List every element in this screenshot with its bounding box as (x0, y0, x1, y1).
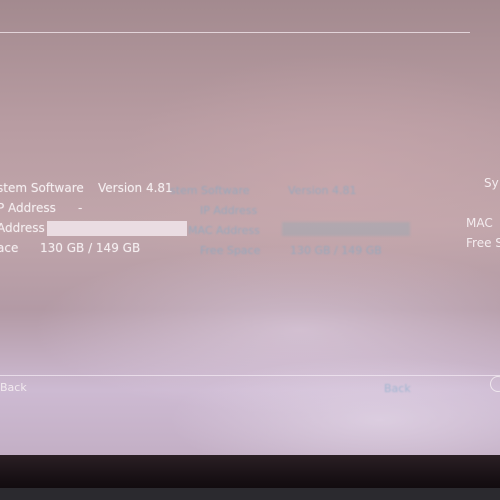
reflection-mac-redaction (282, 222, 410, 236)
mac-address-label: Address (0, 221, 45, 235)
ip-address-value: - (78, 201, 83, 215)
free-space-row: ace 130 GB / 149 GB (0, 238, 200, 258)
ip-address-row: P Address - (0, 198, 200, 218)
free-space-value: 130 GB / 149 GB (40, 241, 141, 255)
system-software-value: Version 4.81 (98, 181, 173, 195)
monitor-stand-strip (0, 488, 500, 500)
mac-address-row: Address (0, 218, 200, 238)
reflection-space-value: 130 GB / 149 GB (290, 244, 382, 257)
reflection-software-label: stem Software (170, 184, 250, 197)
ip-address-label: P Address (0, 201, 56, 215)
reflection-ip-label: IP Address (200, 204, 258, 217)
back-button[interactable]: Back (0, 380, 27, 396)
reflection-space-label: Free Space (200, 244, 261, 257)
right-panel-label-free-space: Free S (466, 236, 500, 250)
reflection-back-label: Back (384, 382, 411, 395)
system-software-label: stem Software (0, 181, 84, 195)
reflection-software-value: Version 4.81 (288, 184, 357, 197)
back-label: Back (0, 381, 27, 394)
bottom-divider (0, 375, 500, 376)
circle-icon (490, 376, 500, 392)
free-space-label: ace (0, 241, 19, 255)
mac-address-redaction (47, 221, 187, 236)
right-panel-label-mac: MAC (466, 216, 493, 230)
ps3-system-information-screen: stem Software Version 4.81 P Address - A… (0, 0, 500, 500)
reflection-mac-label: MAC Address (188, 224, 260, 237)
right-panel-label-system: Sy (484, 176, 499, 190)
top-divider (0, 32, 470, 33)
